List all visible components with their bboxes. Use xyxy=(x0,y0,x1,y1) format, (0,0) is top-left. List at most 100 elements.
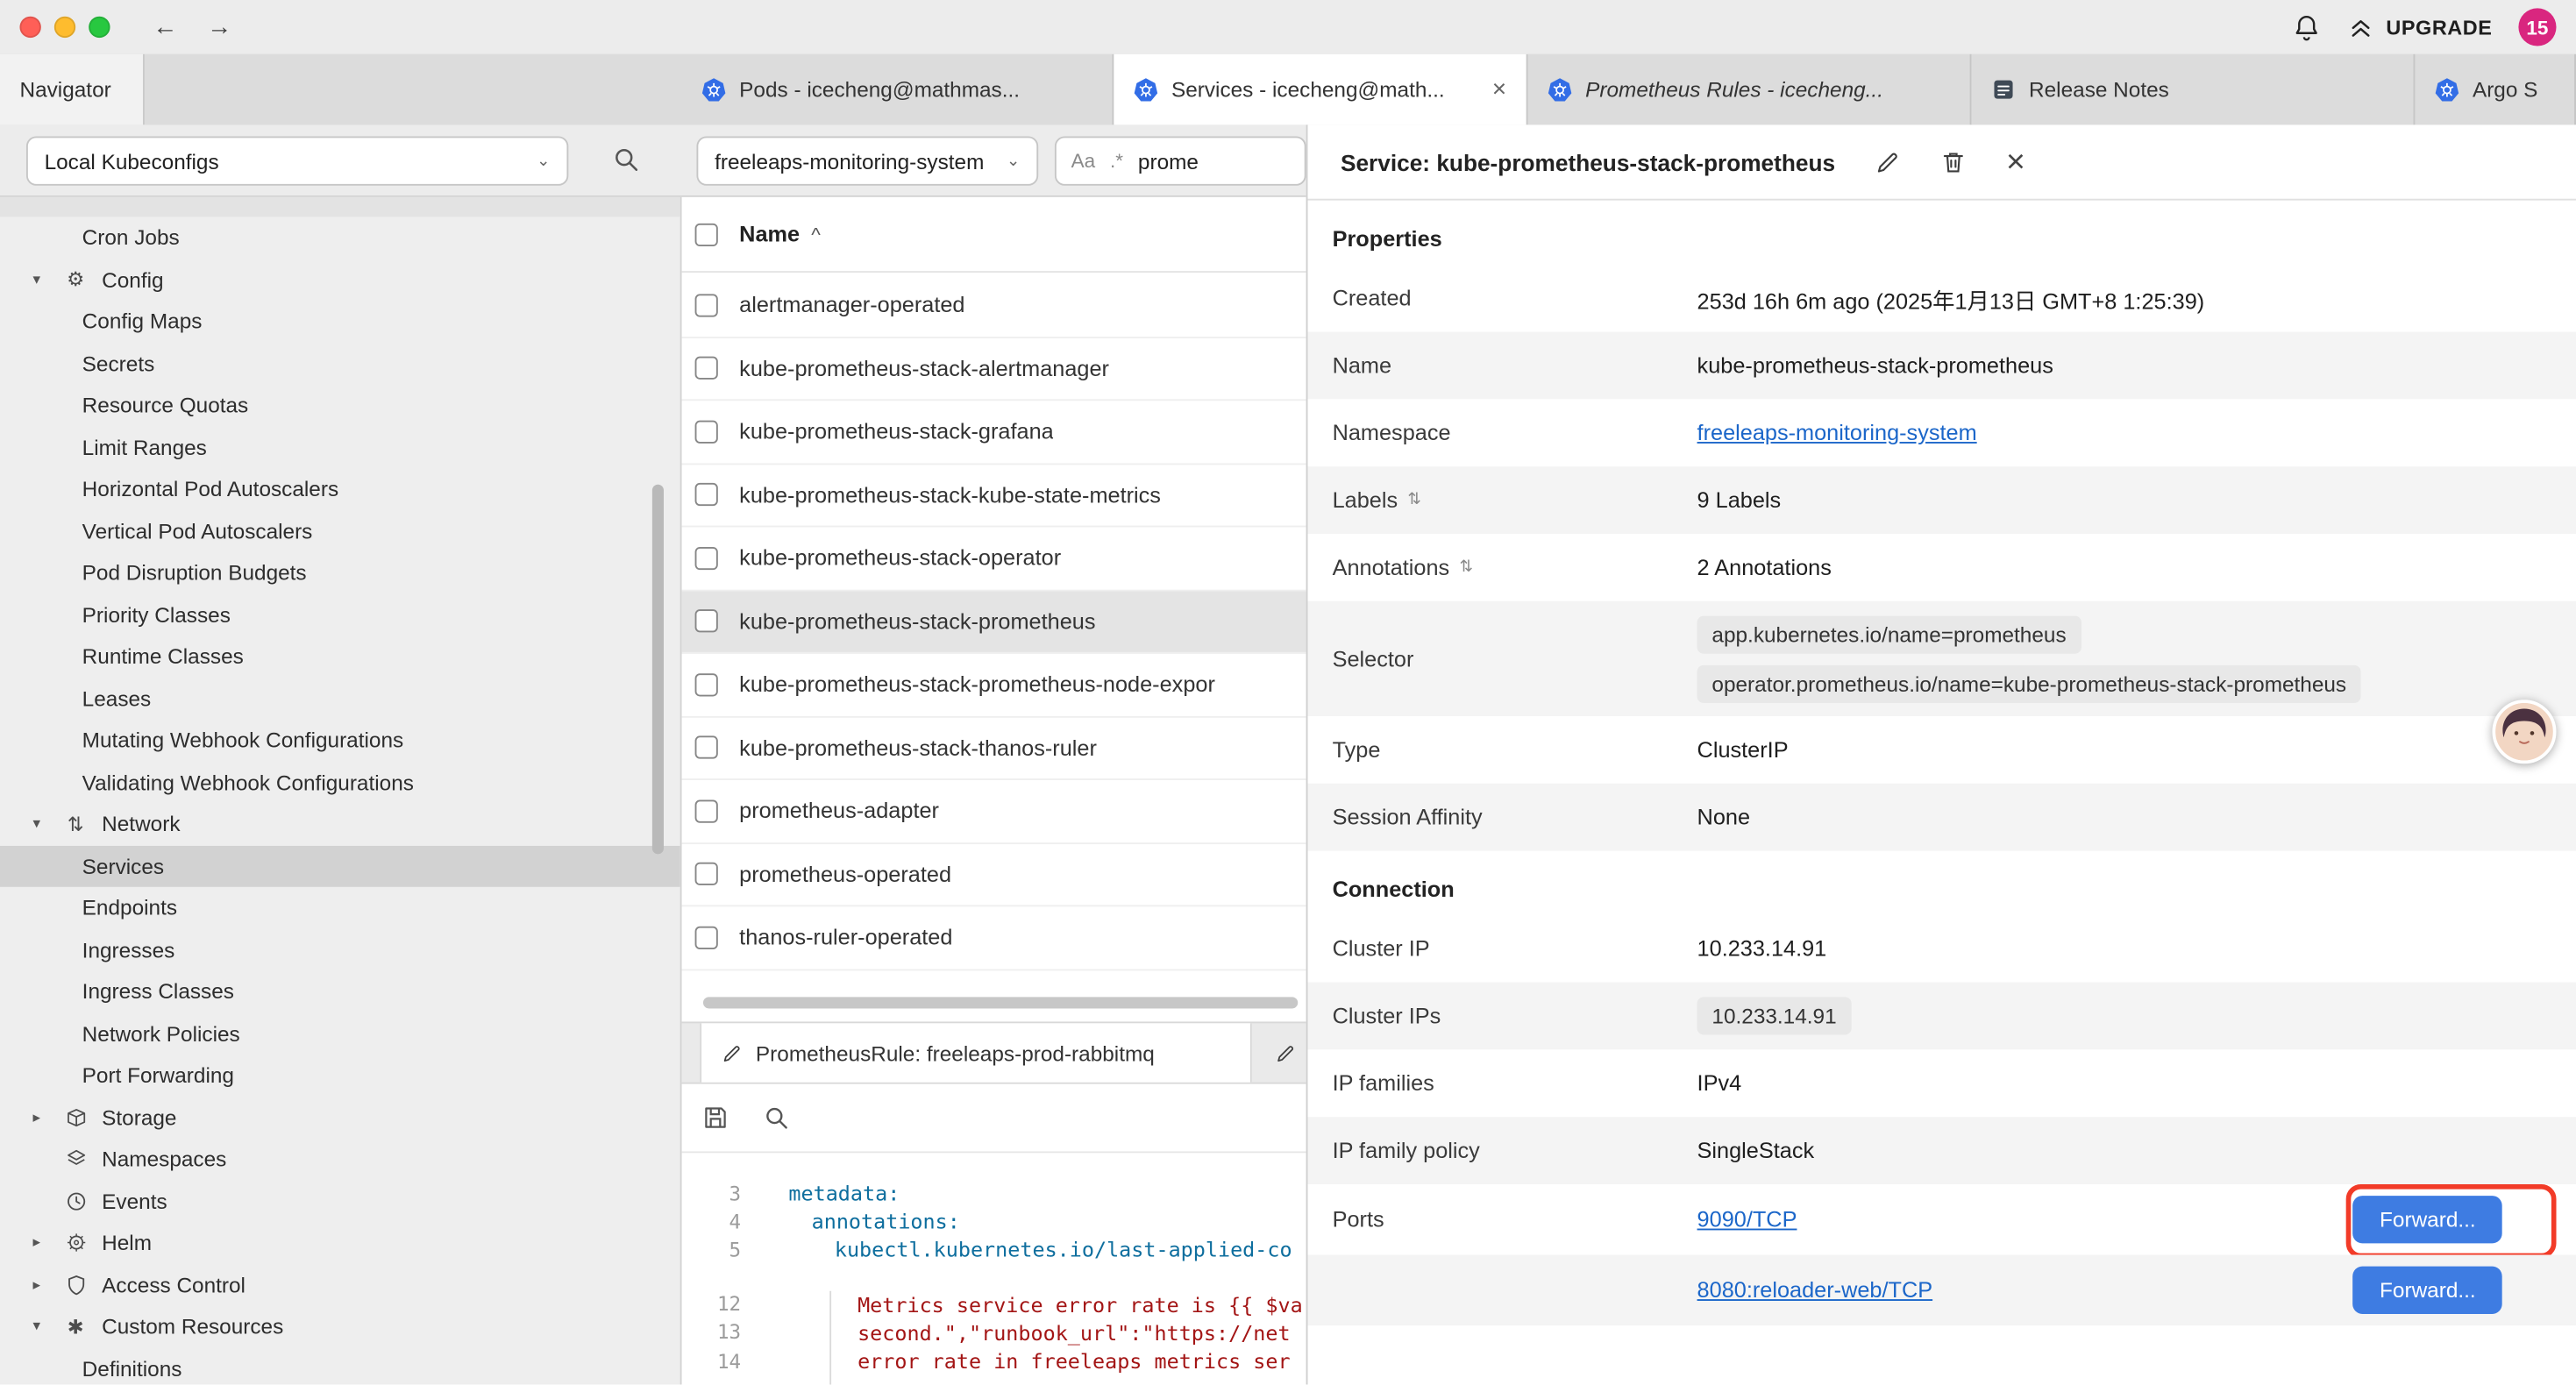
tab-argo[interactable]: Argo S xyxy=(2415,54,2576,125)
row-checkbox[interactable] xyxy=(695,926,718,948)
assistant-avatar[interactable] xyxy=(2492,700,2556,764)
table-row[interactable]: kube-prometheus-stack-grafana xyxy=(682,401,1306,464)
tab-release-notes[interactable]: Release Notes xyxy=(1971,54,2415,125)
forward-button[interactable]: → xyxy=(207,13,231,41)
sidebar-group-custom-resources[interactable]: ▾ ✱ Custom Resources xyxy=(0,1306,680,1348)
sidebar-item-mutating-webhook-configurations[interactable]: Mutating Webhook Configurations xyxy=(0,720,680,762)
forward-port-button[interactable]: Forward... xyxy=(2353,1196,2502,1243)
forward-port-button[interactable]: Forward... xyxy=(2353,1267,2502,1314)
row-checkbox[interactable] xyxy=(695,799,718,822)
select-all-checkbox[interactable] xyxy=(695,223,718,245)
sidebar-item-runtime-classes[interactable]: Runtime Classes xyxy=(0,636,680,678)
tab-prometheus-rules[interactable]: Prometheus Rules - icecheng... xyxy=(1528,54,1972,125)
notification-count-badge[interactable]: 15 xyxy=(2518,8,2556,46)
port-link-8080[interactable]: 8080:reloader-web/TCP xyxy=(1697,1278,1933,1303)
sidebar-item-endpoints[interactable]: Endpoints xyxy=(0,887,680,929)
row-checkbox[interactable] xyxy=(695,294,718,316)
match-case-toggle[interactable]: Aa xyxy=(1071,150,1096,173)
regex-toggle[interactable]: .* xyxy=(1110,150,1123,173)
row-checkbox[interactable] xyxy=(695,610,718,633)
sidebar-item-ingresses[interactable]: Ingresses xyxy=(0,929,680,971)
sidebar-item-pod-disruption-budgets[interactable]: Pod Disruption Budgets xyxy=(0,552,680,594)
sidebar-item-ingress-classes[interactable]: Ingress Classes xyxy=(0,970,680,1012)
close-tab-icon[interactable]: × xyxy=(1492,75,1506,103)
row-checkbox[interactable] xyxy=(695,736,718,759)
minimize-window-button[interactable] xyxy=(54,17,75,38)
sidebar-item-port-forwarding[interactable]: Port Forwarding xyxy=(0,1055,680,1097)
row-checkbox[interactable] xyxy=(695,863,718,885)
sidebar-group-storage[interactable]: ▸ Storage xyxy=(0,1097,680,1139)
sidebar-item-leases[interactable]: Leases xyxy=(0,678,680,720)
folded-region[interactable] xyxy=(682,1264,1306,1290)
sidebar-item-services[interactable]: Services xyxy=(0,845,680,887)
chevron-down-icon[interactable]: ▾ xyxy=(32,815,59,834)
port-link-9090[interactable]: 9090/TCP xyxy=(1697,1207,1797,1232)
save-icon[interactable] xyxy=(701,1104,729,1132)
sidebar-item-namespaces[interactable]: Namespaces xyxy=(0,1138,680,1180)
upgrade-button[interactable]: UPGRADE xyxy=(2348,14,2492,40)
row-checkbox[interactable] xyxy=(695,420,718,443)
chevron-right-icon[interactable]: ▸ xyxy=(32,1108,59,1126)
table-row[interactable]: prometheus-adapter xyxy=(682,780,1306,843)
close-window-button[interactable] xyxy=(19,17,40,38)
table-row[interactable]: kube-prometheus-stack-operator xyxy=(682,527,1306,590)
sidebar-item-validating-webhook-configurations[interactable]: Validating Webhook Configurations xyxy=(0,761,680,803)
sidebar-item-resource-quotas[interactable]: Resource Quotas xyxy=(0,384,680,426)
sidebar-scrollbar[interactable] xyxy=(652,485,664,855)
sidebar-group-config[interactable]: ▾ ⚙ Config xyxy=(0,259,680,301)
sidebar-item-limit-ranges[interactable]: Limit Ranges xyxy=(0,426,680,468)
sidebar-item-horizontal-pod-autoscalers[interactable]: Horizontal Pod Autoscalers xyxy=(0,468,680,510)
sidebar-item-network-policies[interactable]: Network Policies xyxy=(0,1012,680,1055)
horizontal-scrollbar[interactable] xyxy=(703,997,1298,1008)
row-checkbox[interactable] xyxy=(695,546,718,569)
namespace-link[interactable]: freeleaps-monitoring-system xyxy=(1697,421,1977,445)
sidebar-item-config-maps[interactable]: Config Maps xyxy=(0,301,680,343)
back-button[interactable]: ← xyxy=(153,13,177,41)
kubeconfig-select[interactable]: Local Kubeconfigs ⌄ xyxy=(26,137,568,186)
sidebar-group-helm[interactable]: ▸ Helm xyxy=(0,1222,680,1264)
table-row[interactable]: kube-prometheus-stack-thanos-ruler xyxy=(682,717,1306,780)
chevron-right-icon[interactable]: ▸ xyxy=(32,1275,59,1294)
table-row[interactable]: alertmanager-operated xyxy=(682,274,1306,337)
editor-tab-partial[interactable] xyxy=(1252,1023,1306,1082)
editor-tab-prometheusrule[interactable]: PrometheusRule: freeleaps-prod-rabbitmq xyxy=(700,1023,1252,1082)
sidebar-item-cron-jobs[interactable]: Cron Jobs xyxy=(0,217,680,259)
chevron-down-icon[interactable]: ▾ xyxy=(32,271,59,289)
table-row-selected[interactable]: kube-prometheus-stack-prometheus xyxy=(682,591,1306,654)
sidebar-group-access-control[interactable]: ▸ Access Control xyxy=(0,1264,680,1306)
chevron-down-icon[interactable]: ▾ xyxy=(32,1318,59,1336)
delete-button[interactable] xyxy=(1940,149,1967,175)
namespace-select[interactable]: freeleaps-monitoring-system ⌄ xyxy=(696,137,1038,186)
table-row[interactable]: kube-prometheus-stack-alertmanager xyxy=(682,337,1306,401)
sidebar-item-priority-classes[interactable]: Priority Classes xyxy=(0,593,680,636)
sidebar-group-network[interactable]: ▾ ⇅ Network xyxy=(0,803,680,845)
table-row[interactable]: kube-prometheus-stack-prometheus-node-ex… xyxy=(682,654,1306,717)
name-column-header[interactable]: Name xyxy=(739,222,800,246)
row-checkbox[interactable] xyxy=(695,483,718,506)
notifications-bell-icon[interactable] xyxy=(2293,12,2323,42)
sidebar-item-vertical-pod-autoscalers[interactable]: Vertical Pod Autoscalers xyxy=(0,510,680,552)
sidebar-item-events[interactable]: Events xyxy=(0,1180,680,1222)
chevron-right-icon[interactable]: ▸ xyxy=(32,1234,59,1253)
sidebar-search-icon[interactable] xyxy=(611,145,641,174)
sidebar-item-secrets[interactable]: Secrets xyxy=(0,343,680,385)
resource-search-input[interactable]: Aa .* prome xyxy=(1055,137,1306,186)
sort-toggle-icon[interactable]: ⇅ xyxy=(1407,491,1421,509)
sort-toggle-icon[interactable]: ⇅ xyxy=(1459,558,1473,577)
close-panel-icon[interactable]: × xyxy=(2006,146,2025,178)
row-checkbox[interactable] xyxy=(695,357,718,380)
yaml-editor[interactable]: 3metadata: 4annotations: 5kubectl.kubern… xyxy=(682,1153,1306,1384)
navigator-header-tab[interactable]: Navigator xyxy=(0,54,145,125)
table-row[interactable]: thanos-ruler-operated xyxy=(682,906,1306,970)
maximize-window-button[interactable] xyxy=(89,17,110,38)
table-row[interactable]: prometheus-operated xyxy=(682,843,1306,906)
table-row[interactable]: kube-prometheus-stack-kube-state-metrics xyxy=(682,464,1306,527)
tab-pods[interactable]: Pods - icecheng@mathmas... xyxy=(682,54,1114,125)
sidebar-item-definitions[interactable]: Definitions xyxy=(0,1347,680,1384)
edit-button[interactable] xyxy=(1875,149,1901,175)
sort-ascending-icon[interactable]: ^ xyxy=(811,223,821,245)
code-line: 13second.","runbook_url":"https://net xyxy=(682,1318,1306,1346)
search-icon[interactable] xyxy=(762,1104,790,1132)
tab-services-active[interactable]: Services - icecheng@math... × xyxy=(1114,54,1527,125)
row-checkbox[interactable] xyxy=(695,673,718,696)
